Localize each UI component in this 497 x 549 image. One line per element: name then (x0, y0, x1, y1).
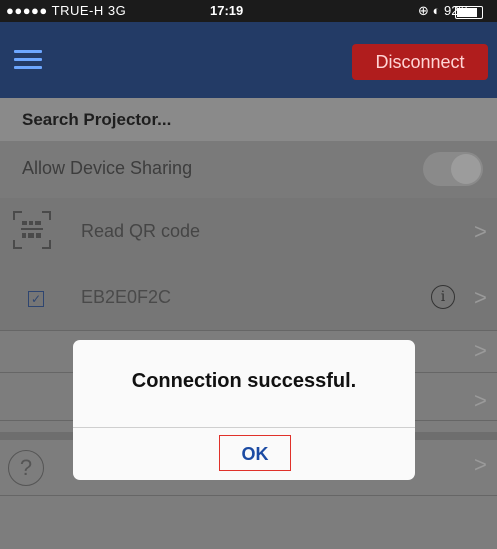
clock: 17:19 (210, 3, 244, 18)
status-bar: ●●●●● TRUE-H 3G 17:19 ⊕ ◐ 92% (0, 0, 497, 22)
divider (0, 330, 497, 331)
chevron-right-icon: > (474, 452, 487, 477)
search-projector-label: Search Projector... (22, 110, 172, 129)
checkbox-icon[interactable]: ✓ (28, 291, 44, 307)
device-name: EB2E0F2C (81, 287, 172, 307)
connection-dialog: Connection successful. OK (73, 340, 415, 480)
device-sharing-label: Allow Device Sharing (22, 158, 193, 178)
ok-button[interactable]: OK (219, 435, 291, 471)
search-projector-row[interactable]: Search Projector... (0, 98, 497, 141)
help-icon[interactable]: ? (8, 450, 44, 486)
chevron-right-icon: > (474, 388, 487, 413)
navigation-bar: Disconnect (0, 22, 497, 98)
carrier-label: ●●●●● TRUE-H 3G (6, 3, 127, 18)
divider (0, 495, 497, 496)
device-sharing-toggle[interactable] (423, 152, 483, 186)
dialog-message: Connection successful. (131, 370, 357, 392)
chevron-right-icon: > (474, 338, 487, 363)
device-row[interactable] (0, 264, 497, 330)
dialog-divider (73, 427, 415, 428)
read-qr-code-row[interactable] (0, 198, 497, 264)
battery-icon (455, 6, 483, 19)
chevron-right-icon: > (474, 219, 487, 244)
read-qr-code-label: Read QR code (81, 221, 201, 241)
chevron-right-icon: > (474, 285, 487, 310)
hamburger-icon[interactable] (14, 50, 42, 70)
qr-code-icon (13, 211, 51, 249)
info-icon[interactable]: i (431, 285, 455, 309)
disconnect-button[interactable]: Disconnect (352, 44, 488, 80)
